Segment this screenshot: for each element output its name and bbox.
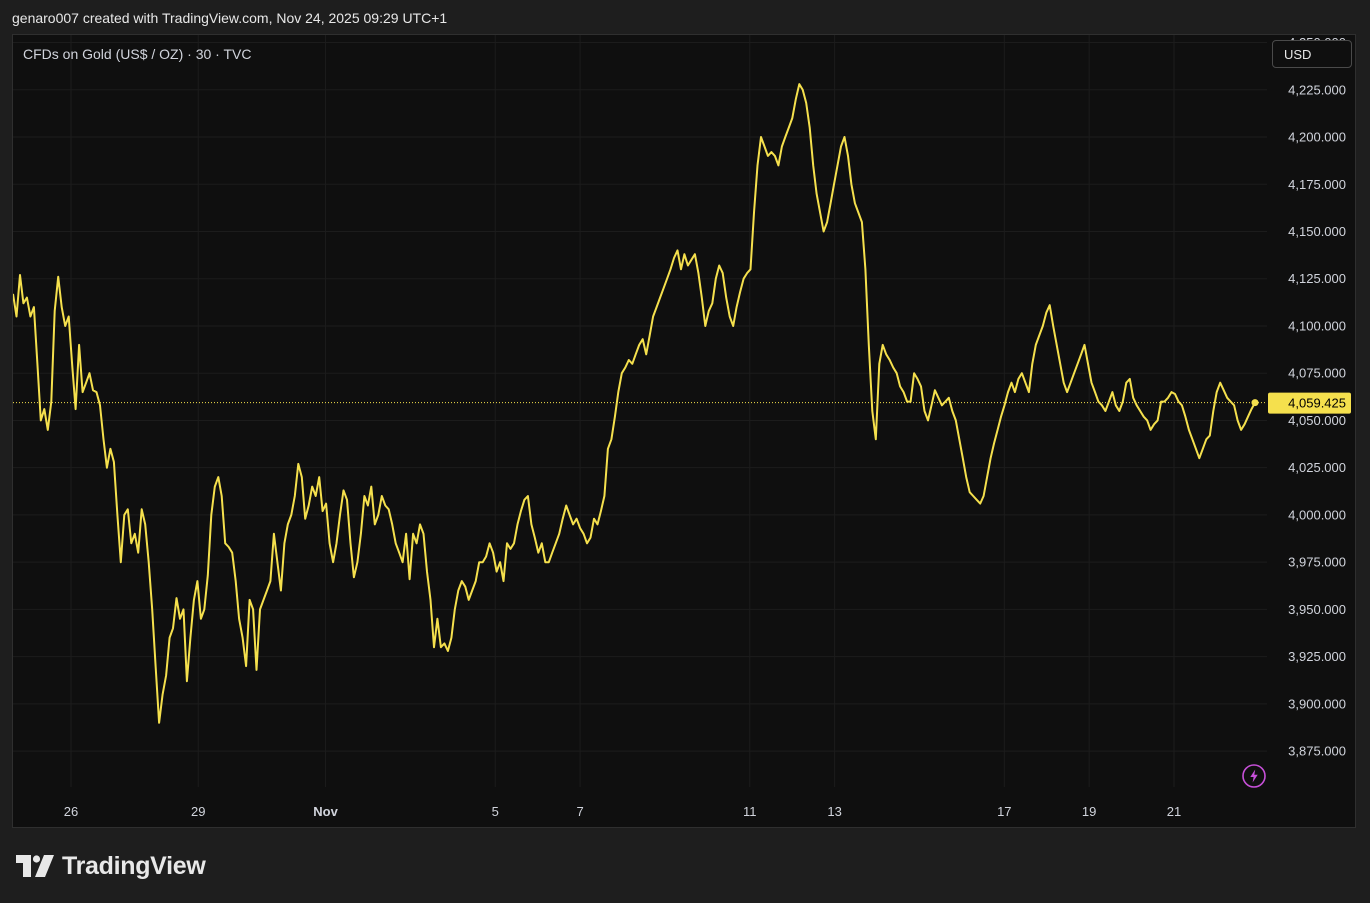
y-tick-label: 4,225.000	[1288, 82, 1346, 97]
y-tick-label: 4,025.000	[1288, 460, 1346, 475]
chart-attribution: genaro007 created with TradingView.com, …	[12, 10, 448, 26]
y-tick-label: 4,050.000	[1288, 413, 1346, 428]
x-tick-label: 5	[492, 804, 499, 819]
price-series-line	[13, 83, 1256, 724]
x-tick-label: Nov	[313, 804, 338, 819]
x-tick-label: 19	[1082, 804, 1096, 819]
x-tick-label: 21	[1167, 804, 1181, 819]
x-tick-label: 26	[64, 804, 78, 819]
x-tick-label: 13	[827, 804, 841, 819]
y-tick-label: 3,875.000	[1288, 744, 1346, 759]
last-price-label: 4,059.425	[1288, 396, 1346, 411]
y-tick-label: 4,150.000	[1288, 224, 1346, 239]
symbol-label: CFDs on Gold (US$ / OZ) · 30 · TVC	[23, 46, 252, 62]
tradingview-logo[interactable]: TradingView	[16, 851, 206, 881]
y-tick-label: 3,900.000	[1288, 696, 1346, 711]
last-price-dot	[1251, 399, 1259, 407]
chart-area[interactable]: 3,875.000 3,900.000 3,925.000 3,950.000 3,97…	[12, 34, 1356, 828]
y-tick-label: 3,925.000	[1288, 649, 1346, 664]
y-tick-label: 4,100.000	[1288, 318, 1346, 333]
y-tick-label: 3,950.000	[1288, 602, 1346, 617]
y-tick-label: 4,075.000	[1288, 366, 1346, 381]
lightning-icon[interactable]	[1242, 764, 1266, 788]
x-tick-label: 11	[743, 804, 757, 819]
currency-button[interactable]: USD	[1272, 40, 1352, 68]
price-chart[interactable]: 3,875.000 3,900.000 3,925.000 3,950.000 3,97…	[13, 35, 1357, 829]
y-tick-label: 4,200.000	[1288, 130, 1346, 145]
y-tick-label: 4,000.000	[1288, 507, 1346, 522]
y-tick-label: 4,125.000	[1288, 271, 1346, 286]
y-tick-label: 3,975.000	[1288, 555, 1346, 570]
x-tick-label: 29	[191, 804, 205, 819]
x-tick-label: 17	[997, 804, 1011, 819]
tradingview-logo-icon	[16, 855, 54, 877]
y-tick-label: 4,175.000	[1288, 177, 1346, 192]
tradingview-logo-text: TradingView	[62, 851, 206, 880]
x-tick-label: 7	[576, 804, 583, 819]
